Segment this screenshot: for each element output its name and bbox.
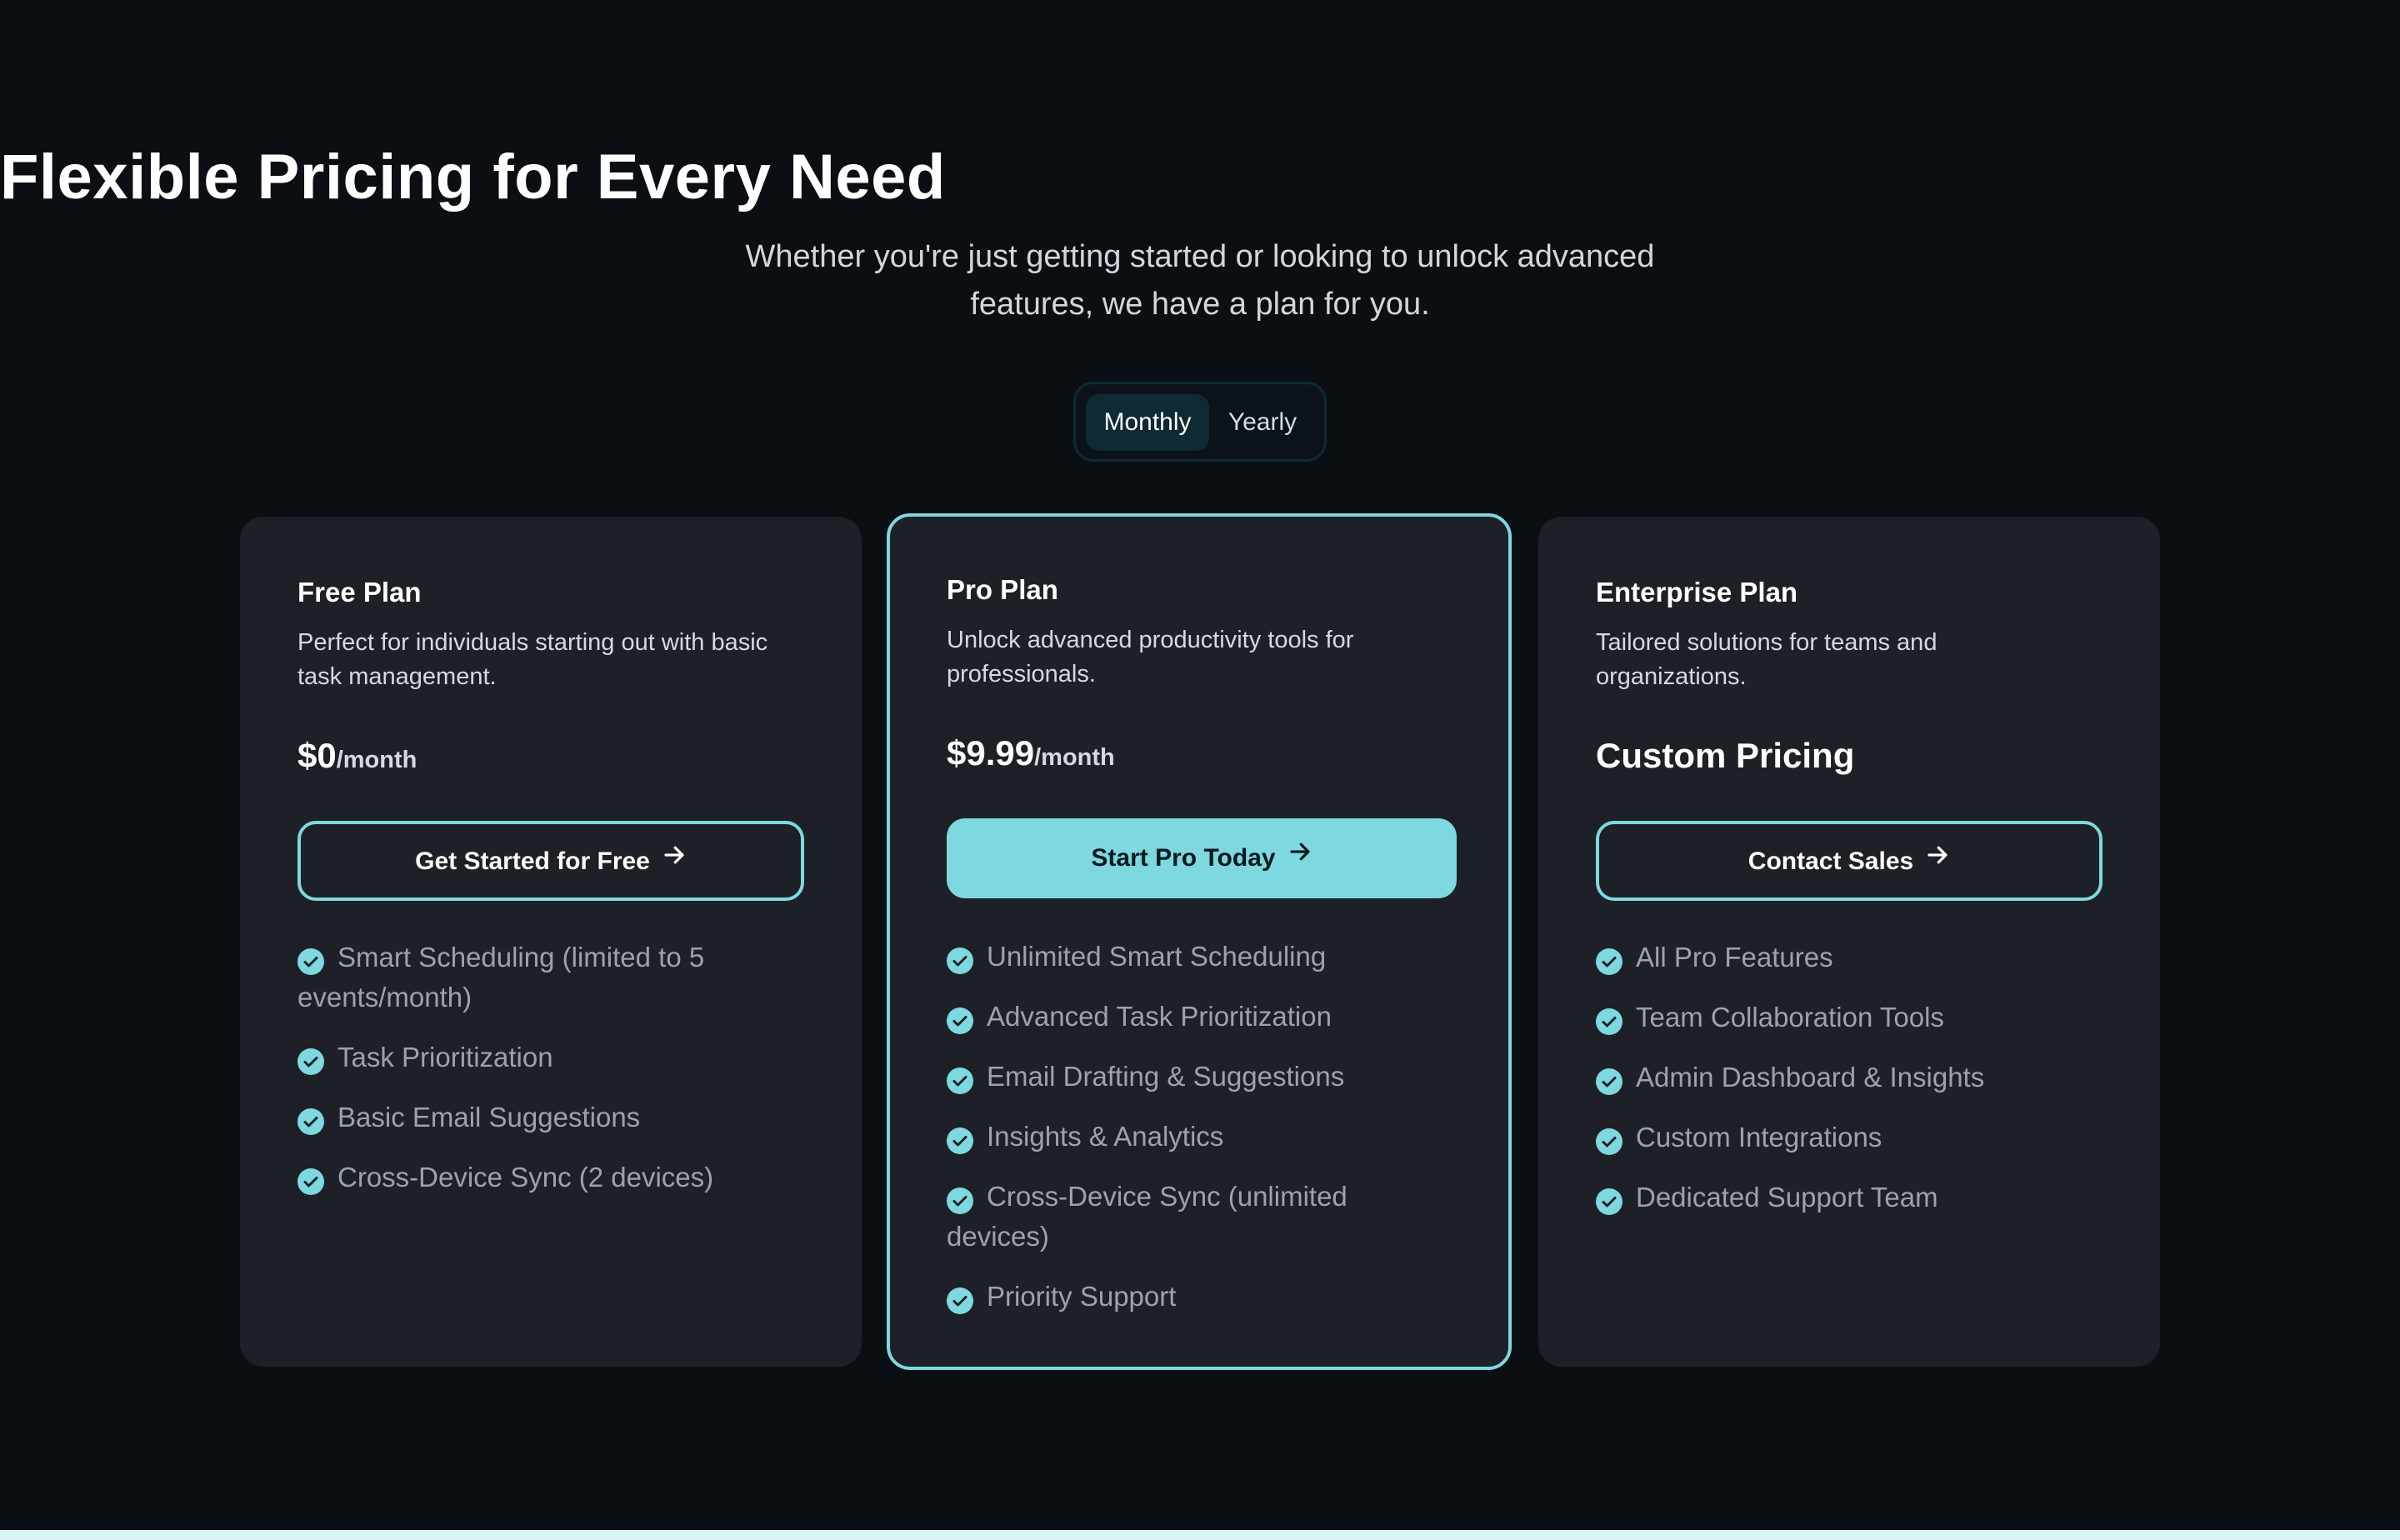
contact-sales-button[interactable]: Contact Sales [1596, 821, 2102, 901]
pricing-card-enterprise: Enterprise Plan Tailored solutions for t… [1538, 517, 2160, 1367]
feature-list: Unlimited Smart Scheduling Advanced Task… [947, 937, 1447, 1337]
arrow-right-icon [1925, 822, 1950, 898]
feature-item: Cross-Device Sync (unlimited devices) [947, 1177, 1447, 1257]
feature-item: Dedicated Support Team [1596, 1178, 2096, 1218]
feature-text: Email Drafting & Suggestions [987, 1061, 1345, 1092]
plan-description: Tailored solutions for teams and organiz… [1596, 629, 1938, 690]
button-label: Get Started for Free [415, 848, 650, 875]
plan-price: $9.99/month [947, 730, 1115, 781]
feature-text: Smart Scheduling (limited to 5 events/mo… [298, 942, 705, 1012]
check-circle-icon [947, 1285, 973, 1314]
feature-list: All Pro Features Team Collaboration Tool… [1596, 938, 2096, 1238]
check-circle-icon [947, 1005, 973, 1034]
check-circle-icon [298, 1166, 324, 1195]
plan-name: Free Plan [298, 577, 422, 608]
page-bottom-edge [0, 1530, 2400, 1540]
check-circle-icon [947, 1125, 973, 1154]
check-circle-icon [1596, 1066, 1622, 1095]
check-circle-icon [947, 1065, 973, 1094]
page-title: Flexible Pricing for Every Need [0, 142, 946, 212]
feature-item: Advanced Task Prioritization [947, 997, 1447, 1037]
feature-item: Priority Support [947, 1277, 1447, 1317]
feature-item: Team Collaboration Tools [1596, 998, 2096, 1038]
billing-toggle-monthly[interactable]: Monthly [1086, 394, 1209, 451]
check-circle-icon [1596, 946, 1622, 975]
plan-price: $0/month [298, 732, 417, 783]
feature-text: Custom Integrations [1636, 1122, 1882, 1152]
start-pro-button[interactable]: Start Pro Today [947, 818, 1457, 898]
price-amount: $0 [298, 736, 337, 775]
arrow-right-icon [662, 822, 687, 898]
price-period: /month [1034, 744, 1115, 771]
check-circle-icon [298, 1046, 324, 1075]
check-circle-icon [1596, 1006, 1622, 1035]
feature-text: Insights & Analytics [987, 1121, 1224, 1152]
feature-text: Task Prioritization [338, 1042, 553, 1072]
feature-item: Smart Scheduling (limited to 5 events/mo… [298, 938, 798, 1018]
pricing-card-free: Free Plan Perfect for individuals starti… [240, 517, 862, 1367]
check-circle-icon [947, 945, 973, 974]
check-circle-icon [947, 1185, 973, 1214]
feature-text: Dedicated Support Team [1636, 1182, 1938, 1212]
feature-text: All Pro Features [1636, 942, 1833, 972]
feature-item: Insights & Analytics [947, 1117, 1447, 1157]
plan-name: Enterprise Plan [1596, 577, 1798, 608]
feature-text: Cross-Device Sync (unlimited devices) [947, 1181, 1348, 1252]
plan-description: Unlock advanced productivity tools for p… [947, 627, 1354, 688]
pricing-card-pro: Pro Plan Unlock advanced productivity to… [887, 513, 1512, 1370]
feature-text: Priority Support [987, 1281, 1177, 1312]
price-period: /month [336, 747, 418, 773]
feature-item: Admin Dashboard & Insights [1596, 1058, 2096, 1098]
feature-text: Unlimited Smart Scheduling [987, 941, 1327, 972]
feature-text: Admin Dashboard & Insights [1636, 1062, 1985, 1092]
button-label: Contact Sales [1748, 848, 1914, 875]
check-circle-icon [1596, 1126, 1622, 1155]
plan-name: Pro Plan [947, 574, 1058, 605]
check-circle-icon [298, 1106, 324, 1135]
feature-item: Email Drafting & Suggestions [947, 1057, 1447, 1097]
billing-toggle: Monthly Yearly [1073, 382, 1327, 462]
page-subtitle: Whether you're just getting started or l… [745, 239, 1655, 322]
button-label: Start Pro Today [1091, 844, 1276, 872]
plan-description: Perfect for individuals starting out wit… [298, 629, 768, 690]
feature-text: Basic Email Suggestions [338, 1102, 641, 1132]
feature-text: Cross-Device Sync (2 devices) [338, 1162, 714, 1192]
check-circle-icon [1596, 1186, 1622, 1215]
feature-item: All Pro Features [1596, 938, 2096, 978]
feature-item: Custom Integrations [1596, 1118, 2096, 1158]
feature-text: Advanced Task Prioritization [987, 1001, 1332, 1032]
plan-price: Custom Pricing [1596, 736, 1855, 775]
feature-item: Task Prioritization [298, 1038, 798, 1078]
check-circle-icon [298, 946, 324, 975]
price-amount: $9.99 [947, 733, 1035, 772]
feature-item: Unlimited Smart Scheduling [947, 937, 1447, 977]
feature-item: Cross-Device Sync (2 devices) [298, 1158, 798, 1198]
get-started-free-button[interactable]: Get Started for Free [298, 821, 804, 901]
billing-toggle-yearly[interactable]: Yearly [1211, 394, 1314, 451]
arrow-right-icon [1288, 817, 1312, 897]
feature-item: Basic Email Suggestions [298, 1098, 798, 1138]
feature-text: Team Collaboration Tools [1636, 1002, 1944, 1032]
feature-list: Smart Scheduling (limited to 5 events/mo… [298, 938, 798, 1218]
